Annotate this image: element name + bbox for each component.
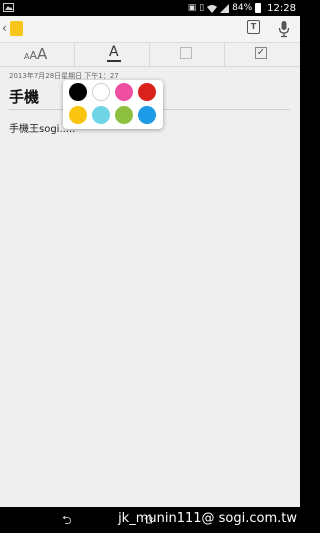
font-size-icon: AAA [24, 45, 48, 63]
color-swatch-black[interactable] [69, 83, 87, 101]
font-color-button[interactable]: A [75, 43, 150, 66]
note-title[interactable]: 手機 [9, 86, 39, 107]
color-picker-popup [63, 80, 163, 129]
text-format-icon[interactable]: T [247, 20, 260, 34]
battery-icon [255, 3, 262, 13]
font-size-button[interactable]: AAA [0, 43, 75, 66]
note-color-icon[interactable] [10, 21, 23, 36]
status-bar: ▣ ▯ 84% 12:28 [0, 0, 300, 16]
color-swatch-red[interactable] [138, 83, 156, 101]
color-swatch-blue[interactable] [138, 106, 156, 124]
wifi-icon [207, 4, 218, 13]
watermark: jk_munin111@ sogi.com.tw [118, 511, 297, 526]
status-icons: ▣ ▯ 84% 12:28 [188, 1, 296, 15]
nfc-icon: ▣ [187, 3, 197, 13]
format-toolbar: AAA A ✓ [0, 43, 300, 67]
signal-icon [220, 3, 230, 13]
checkbox-empty-icon [180, 47, 192, 59]
chevron-left-icon[interactable]: ‹ [2, 21, 7, 35]
color-swatch-green[interactable] [115, 106, 133, 124]
color-swatch-yellow[interactable] [69, 106, 87, 124]
color-swatch-pink[interactable] [115, 83, 133, 101]
navigation-bar: ⮌ jk_munin111@ sogi.com.tw [0, 507, 300, 533]
image-notification-icon [3, 3, 14, 12]
battery-level: 84% [232, 3, 253, 13]
checkbox-checked-icon: ✓ [255, 47, 267, 59]
back-icon[interactable]: ⮌ [62, 513, 72, 527]
vibrate-icon: ▯ [199, 3, 205, 13]
microphone-icon[interactable] [278, 20, 290, 38]
color-swatch-white[interactable] [92, 83, 110, 101]
color-swatch-cyan[interactable] [92, 106, 110, 124]
checklist-button[interactable]: ✓ [225, 43, 300, 66]
clock: 12:28 [267, 2, 296, 14]
font-color-icon: A [107, 44, 121, 62]
action-bar: ‹ T [0, 16, 300, 43]
checkbox-insert-button[interactable] [150, 43, 225, 66]
note-editor[interactable]: 2013年7月28日星期日 下午1：27 手機 手機王sogi..... [0, 67, 300, 507]
